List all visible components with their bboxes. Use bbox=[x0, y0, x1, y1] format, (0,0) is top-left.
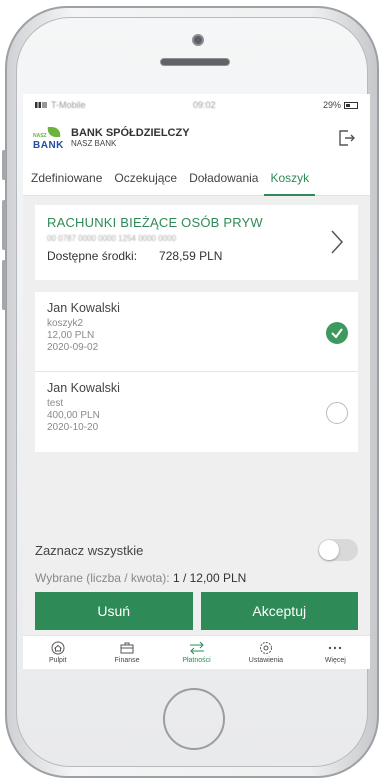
transfer-amount: 400,00 PLN bbox=[47, 410, 100, 421]
tab-koszyk[interactable]: Koszyk bbox=[264, 160, 316, 196]
transfer-arrows-icon bbox=[189, 641, 204, 655]
tabs-bar: Zdefiniowane Oczekujące Doładowania Kosz… bbox=[23, 160, 370, 196]
status-bar: T-Mobile 09:02 29% bbox=[23, 94, 370, 116]
bank-logo: NASZ BANK BANK SPÓŁDZIELCZY NASZ BANK bbox=[33, 123, 190, 153]
tab-oczekujace[interactable]: Oczekujące bbox=[108, 160, 183, 196]
more-icon bbox=[329, 646, 342, 650]
volume-down-button bbox=[2, 260, 6, 310]
app-header: NASZ BANK BANK SPÓŁDZIELCZY NASZ BANK bbox=[23, 116, 370, 160]
nav-ustawienia[interactable]: Ustawienia bbox=[231, 636, 300, 669]
nav-platnosci[interactable]: Płatności bbox=[162, 636, 231, 669]
front-camera bbox=[192, 34, 204, 46]
logout-icon[interactable] bbox=[336, 128, 356, 148]
clock: 09:02 bbox=[192, 100, 216, 110]
transfer-title: koszyk2 bbox=[47, 318, 84, 329]
earpiece-speaker bbox=[160, 58, 230, 66]
transfer-list: Jan Kowalski koszyk2 12,00 PLN 2020-09-0… bbox=[35, 292, 358, 452]
select-all-row: Zaznacz wszystkie bbox=[23, 532, 370, 568]
transfer-title: test bbox=[47, 398, 64, 409]
nav-label: Finanse bbox=[114, 657, 140, 664]
transfer-checkbox[interactable] bbox=[326, 322, 348, 344]
account-card[interactable]: RACHUNKI BIEŻĄCE OSÓB PRYW 00 0787 0000 … bbox=[35, 205, 358, 280]
account-title: RACHUNKI BIEŻĄCE OSÓB PRYW bbox=[47, 215, 263, 230]
delete-button[interactable]: Usuń bbox=[35, 592, 193, 630]
nav-wiecej[interactable]: Więcej bbox=[301, 636, 370, 669]
app-screen: T-Mobile 09:02 29% NASZ BANK BANK SPÓŁDZ… bbox=[23, 94, 370, 669]
battery-level: 29% bbox=[322, 100, 341, 110]
transfer-date: 2020-09-02 bbox=[47, 342, 99, 353]
selected-summary-label: Wybrane (liczba / kwota): bbox=[35, 571, 170, 585]
selected-summary: Wybrane (liczba / kwota): 1 / 12,00 PLN bbox=[23, 568, 370, 588]
transfer-amount: 12,00 PLN bbox=[47, 330, 95, 341]
select-all-toggle[interactable] bbox=[318, 539, 358, 561]
nav-label: Ustawienia bbox=[248, 657, 284, 664]
funds-value: 728,59 PLN bbox=[159, 249, 223, 263]
bottom-nav: Pulpit Finanse Płatności Ustawienia Więc… bbox=[23, 635, 370, 669]
bank-subname: NASZ BANK bbox=[71, 139, 117, 148]
accept-button[interactable]: Akceptuj bbox=[200, 592, 358, 630]
volume-up-button bbox=[2, 200, 6, 250]
leaf-icon bbox=[46, 127, 62, 137]
bank-name: BANK SPÓŁDZIELCZY bbox=[71, 127, 190, 139]
battery-icon bbox=[344, 101, 358, 109]
signal-icon bbox=[35, 102, 47, 108]
transfer-item[interactable]: Jan Kowalski test 400,00 PLN 2020-10-20 bbox=[35, 372, 358, 452]
transfer-checkbox[interactable] bbox=[326, 402, 348, 424]
home-button[interactable] bbox=[163, 688, 225, 750]
account-number: 00 0787 0000 0000 1254 0000 0000 bbox=[47, 234, 177, 243]
nav-pulpit[interactable]: Pulpit bbox=[23, 636, 92, 669]
tab-doladowania[interactable]: Doładowania bbox=[183, 160, 264, 196]
home-icon bbox=[51, 641, 65, 655]
transfer-recipient: Jan Kowalski bbox=[47, 381, 120, 395]
nav-label: Płatności bbox=[182, 657, 211, 664]
selected-summary-value: 1 / 12,00 PLN bbox=[172, 571, 247, 585]
carrier-label: T-Mobile bbox=[51, 100, 86, 110]
side-button bbox=[2, 150, 6, 180]
nav-finanse[interactable]: Finanse bbox=[92, 636, 161, 669]
logo-small-text: NASZ bbox=[33, 133, 47, 139]
gear-icon bbox=[259, 642, 272, 654]
briefcase-icon bbox=[120, 642, 134, 654]
nav-label: Pulpit bbox=[48, 657, 67, 664]
select-all-label: Zaznacz wszystkie bbox=[35, 542, 144, 558]
logo-big-text: BANK bbox=[33, 140, 64, 151]
bank-logo-mark: NASZ BANK bbox=[33, 123, 65, 153]
chevron-right-icon[interactable] bbox=[330, 229, 344, 255]
nav-label: Więcej bbox=[324, 657, 346, 664]
transfer-date: 2020-10-20 bbox=[47, 422, 99, 433]
tab-zdefiniowane[interactable]: Zdefiniowane bbox=[23, 160, 108, 196]
basket-actions-panel: Zaznacz wszystkie Wybrane (liczba / kwot… bbox=[23, 532, 370, 630]
checkmark-icon bbox=[331, 328, 343, 339]
transfer-recipient: Jan Kowalski bbox=[47, 301, 120, 315]
funds-label: Dostępne środki: bbox=[47, 249, 138, 263]
transfer-item[interactable]: Jan Kowalski koszyk2 12,00 PLN 2020-09-0… bbox=[35, 292, 358, 372]
